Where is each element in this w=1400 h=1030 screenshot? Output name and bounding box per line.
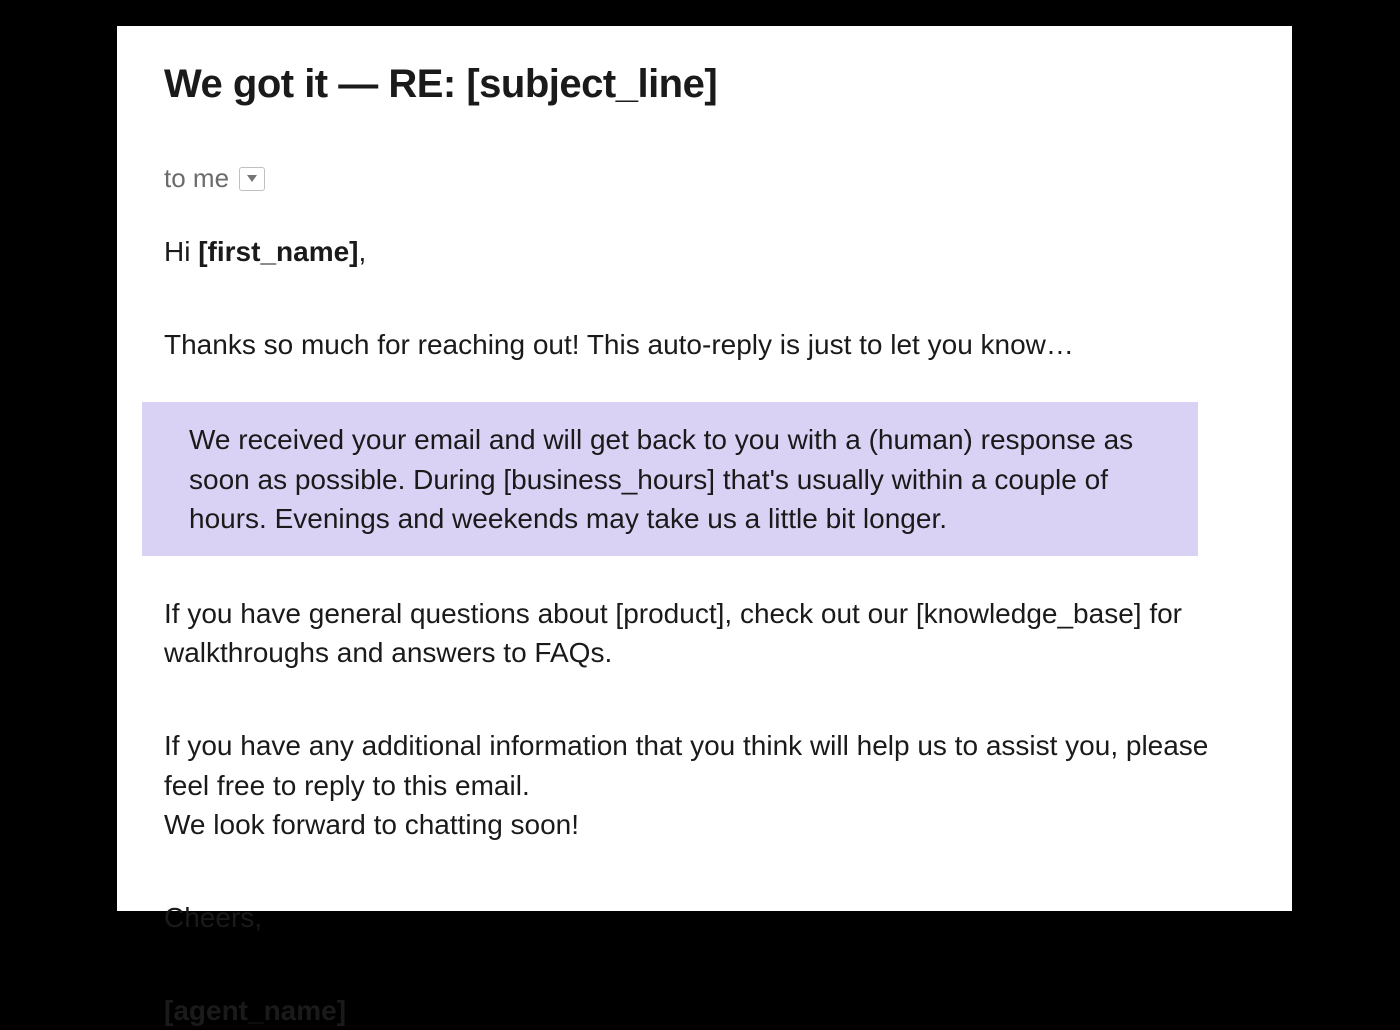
- greeting-suffix: ,: [359, 236, 367, 267]
- recipient-row: to me: [117, 107, 1292, 194]
- email-subject: We got it — RE: [subject_line]: [117, 26, 1292, 107]
- email-paragraph-1: Thanks so much for reaching out! This au…: [117, 325, 1292, 364]
- email-paragraph-2: We received your email and will get back…: [189, 420, 1174, 538]
- email-paragraph-4a: If you have any additional information t…: [117, 726, 1292, 804]
- recipient-details-dropdown[interactable]: [239, 167, 265, 191]
- email-paragraph-4b: We look forward to chatting soon!: [117, 805, 1292, 844]
- email-container: We got it — RE: [subject_line] to me Hi …: [117, 26, 1292, 911]
- greeting-name-placeholder: [first_name]: [198, 236, 358, 267]
- greeting-prefix: Hi: [164, 236, 198, 267]
- recipient-label: to me: [164, 163, 229, 194]
- email-paragraph-3: If you have general questions about [pro…: [117, 594, 1292, 672]
- highlighted-paragraph-block: We received your email and will get back…: [142, 402, 1198, 556]
- agent-name-placeholder: [agent_name]: [117, 991, 1292, 1030]
- email-greeting: Hi [first_name],: [117, 232, 1292, 271]
- chevron-down-icon: [247, 175, 257, 182]
- email-signoff: Cheers,: [117, 898, 1292, 937]
